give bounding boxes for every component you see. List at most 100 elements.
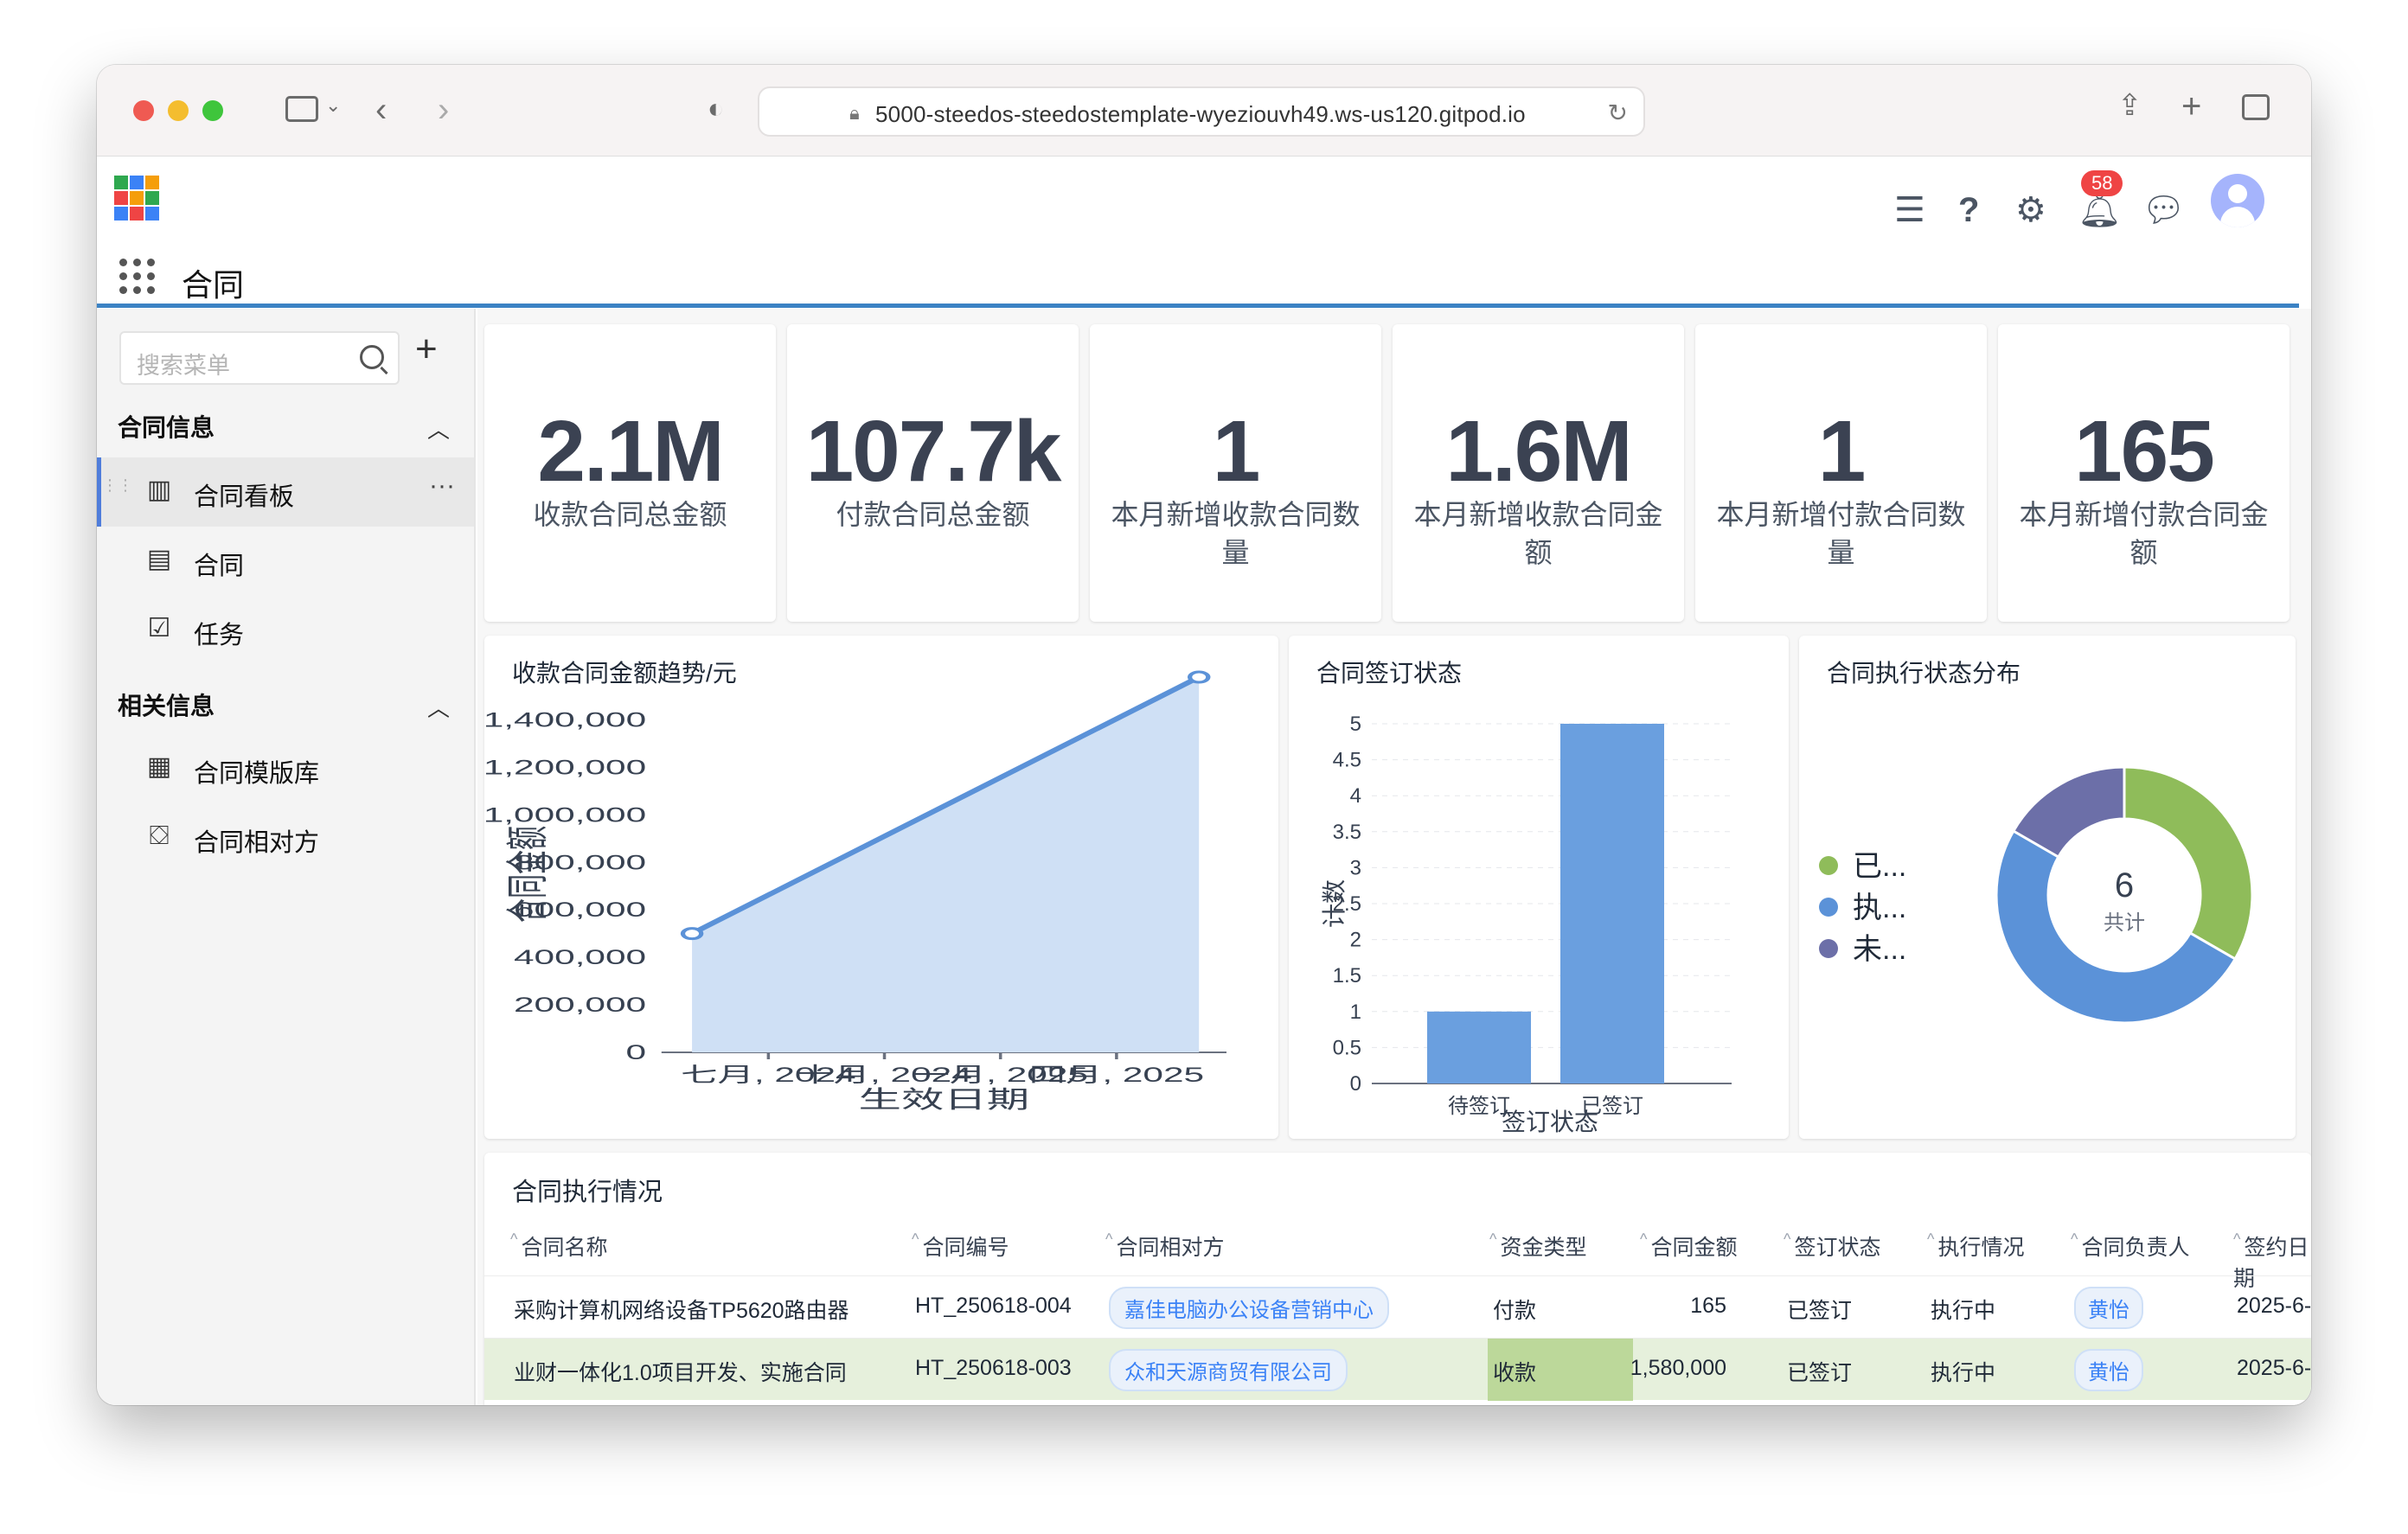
table-row[interactable]: 业财一体化1.0项目开发、实施合同 HT_250618-003 众和天源商贸有限… [484,1338,2311,1401]
contract-table: 合同执行情况 ^ 合同名称 ^ 合同编号 ^ 合同相对方 ^ 资金类型 ^ 合同金额 ^ 签… [484,1153,2311,1405]
kpi-label: 本月新增付款合同数量 [1716,499,1966,568]
maximize-window-button[interactable] [202,100,223,121]
kpi-value: 1 [1817,403,1867,500]
address-bar[interactable]: 🔒︎ 5000-steedos-steedostemplate-wyeziouv… [758,86,1645,137]
y-tick-label: 1.5 [1333,964,1361,988]
donut-chart: 6 共计 已... 执... 未... [1819,765,2254,1025]
kpi-card: 1 本月新增收款合同数量 [1090,324,1381,622]
kpi-label: 本月新增收款合同金额 [1413,499,1663,568]
add-menu-button[interactable]: + [415,328,438,371]
cell-fund: 付款 [1493,1299,1537,1323]
cell-exec: 执行中 [1931,1361,1996,1385]
lock-icon: 🔒︎ [849,102,860,124]
cell-party-link[interactable]: 众和天源商贸有限公司 [1109,1349,1348,1391]
bar-chart: 00.511.522.533.544.55待签订 已签订签订状态计数 [1321,713,1732,1135]
chevron-up-icon[interactable]: ︿ [427,412,450,444]
minimize-window-button[interactable] [168,100,189,121]
cell-owner-link[interactable]: 黄怡 [2074,1287,2143,1329]
sidebar-item-contract[interactable]: ▤ 合同 [97,527,474,596]
kpi-label: 付款合同总金额 [836,499,1030,530]
shield-icon[interactable]: ◐ [708,94,724,122]
sidebar-item-label: 合同看板 [194,483,295,511]
column-header-owner[interactable]: ^ 合同负责人 [2071,1230,2189,1262]
app-logo[interactable] [114,176,159,221]
share-icon[interactable]: ⇪ [2117,91,2142,120]
column-header-name[interactable]: ^ 合同名称 [510,1230,607,1262]
cell-date: 2025-6-3 [2237,1294,2311,1318]
sidebar-item-template-library[interactable]: ▦ 合同模版库 [97,734,474,803]
help-icon[interactable]: ? [1958,193,1979,227]
column-header-code[interactable]: ^ 合同编号 [912,1230,1009,1262]
sidebar-item-counterparty[interactable]: ⛋ 合同相对方 [97,803,474,872]
y-tick-label: 0.5 [1333,1036,1361,1059]
kpi-label: 本月新增收款合同数量 [1111,499,1361,568]
avatar[interactable] [2211,174,2264,227]
cell-party-link[interactable]: 嘉佳电脑办公设备营销中心 [1109,1287,1389,1329]
group-title-contract-info[interactable]: 合同信息 [118,409,215,444]
app-title: 合同 [182,267,245,303]
sidebar-item-contract-board[interactable]: ⋮⋮ ▥ 合同看板 ··· [97,457,474,527]
back-icon[interactable]: ‹ [375,93,387,127]
kpi-value: 107.7k [805,403,1062,500]
y-tick-label: 0 [626,1041,647,1064]
kpi-card: 107.7k 付款合同总金额 [787,324,1079,622]
kpi-card: 1 本月新增付款合同数量 [1695,324,1987,622]
column-header-exec[interactable]: ^ 执行情况 [1927,1230,2024,1262]
search-icon[interactable] [360,345,384,369]
area-chart: 0200,000400,000600,000800,0001,000,0001,… [484,670,1226,1113]
url-text: 5000-steedos-steedostemplate-wyeziouvh49… [875,101,1526,127]
cell-name[interactable]: 业财一体化1.0项目开发、实施合同 [514,1356,847,1387]
legend-label: 未... [1853,933,1906,966]
search-input[interactable]: 搜索菜单 [119,331,400,385]
sidebar-item-label: 合同 [194,553,245,580]
menu-icon[interactable]: ☰ [1894,193,1925,227]
template-icon: ▦ [146,752,172,781]
cell-name[interactable]: 采购计算机网络设备TP5620路由器 [514,1294,849,1325]
legend-label: 执... [1853,892,1906,924]
chevron-up-icon[interactable]: ︿ [427,691,450,723]
column-header-sign[interactable]: ^ 签订状态 [1784,1230,1880,1262]
sidebar: 搜索菜单 + 合同信息 ︿ ⋮⋮ ▥ 合同看板 ··· ▤ 合同 ☑ 任务 相关… [97,309,476,1405]
group-title-related-info[interactable]: 相关信息 [118,687,215,722]
legend-marker [1819,898,1838,917]
y-tick-label: 4 [1350,784,1361,808]
y-tick-label: 1 [1350,1000,1361,1024]
sort-icon: ^ [1927,1230,1935,1248]
gear-icon[interactable]: ⚙ [2015,193,2046,227]
column-header-party[interactable]: ^ 合同相对方 [1105,1230,1224,1262]
contract-icon: ▤ [146,545,172,573]
close-window-button[interactable] [133,100,154,121]
column-header-fund[interactable]: ^ 资金类型 [1489,1230,1586,1262]
sort-icon: ^ [2071,1230,2078,1248]
cell-exec: 执行中 [1931,1299,1996,1323]
cell-code: HT_250618-003 [915,1356,1072,1380]
donut-total-label: 共计 [2104,911,2145,935]
table-row[interactable]: 采购计算机网络设备TP5620路由器 HT_250618-004 嘉佳电脑办公设… [484,1275,2311,1338]
app-launcher-icon[interactable] [119,259,156,295]
data-point [680,927,704,941]
more-icon[interactable]: ··· [429,471,455,501]
sort-icon: ^ [1784,1230,1791,1248]
sidebar-toggle-icon[interactable] [285,96,318,122]
new-tab-icon[interactable]: + [2181,89,2201,124]
forward-icon[interactable]: › [438,93,449,127]
bar-chart-card: 合同签订状态 0 0.5 1 1.5 2 2.5 3 3.5 4 4.5 5 待签订 已签订 签订状态 计数 [1289,636,1789,1139]
bell-icon[interactable]: 🔔︎ [2078,193,2122,227]
sidebar-item-task[interactable]: ☑ 任务 [97,596,474,665]
x-tick-label: 四月, 2025 [1029,1064,1204,1086]
y-axis-label: 合同金额 [504,826,552,923]
cell-owner-link[interactable]: 黄怡 [2074,1349,2143,1391]
chevron-down-icon[interactable]: ⌄ [325,96,341,115]
column-header-amount[interactable]: ^ 合同金额 [1640,1230,1737,1262]
tab-overview-icon[interactable] [2242,94,2270,120]
header-divider [97,304,2299,308]
reload-icon[interactable]: ↻ [1608,99,1628,127]
donut-chart-card: 合同执行状态分布 6 共计 已... 执... 未... [1799,636,2296,1139]
chat-icon[interactable]: 💬︎ [2142,193,2186,227]
y-tick-label: 400,000 [514,946,646,968]
drag-handle-icon[interactable]: ⋮⋮ [102,477,133,493]
y-tick-label: 1,000,000 [484,803,646,826]
kpi-card: 2.1M 收款合同总金额 [484,324,776,622]
y-axis-label: 计数 [1321,879,1348,928]
x-axis-label: 生效日期 [859,1086,1030,1113]
